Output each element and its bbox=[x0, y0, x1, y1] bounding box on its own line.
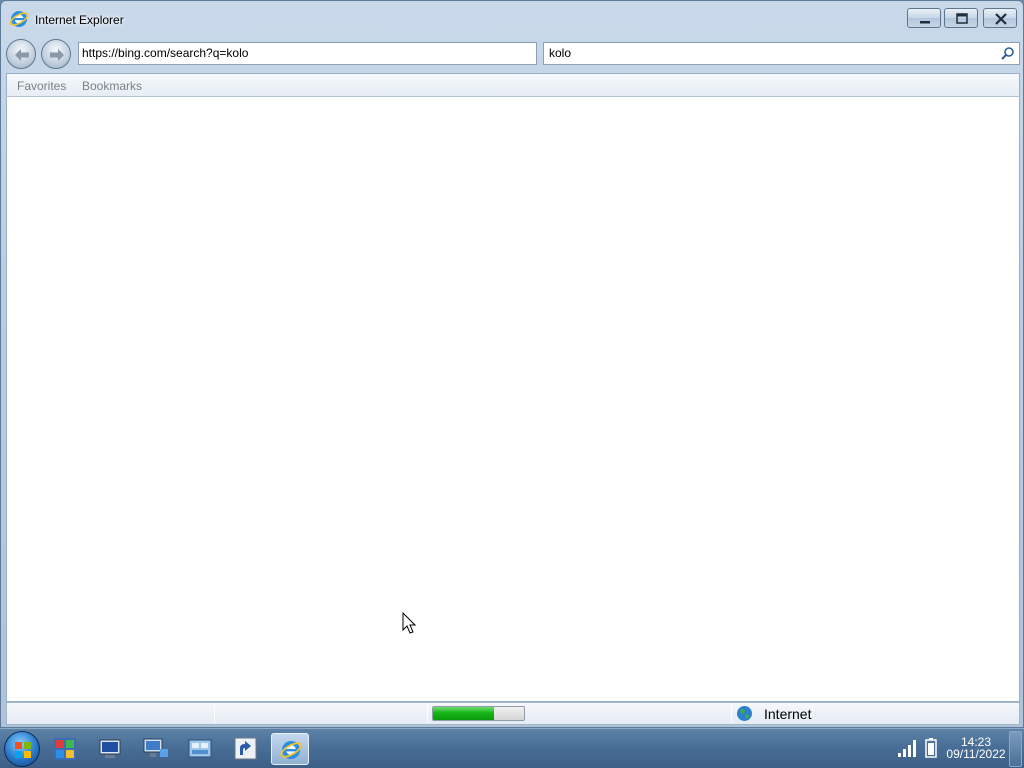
internet-explorer-icon bbox=[9, 11, 29, 27]
page-load-progress bbox=[432, 706, 525, 721]
computer-icon bbox=[99, 739, 121, 758]
close-button[interactable] bbox=[983, 8, 1017, 28]
forward-button[interactable] bbox=[41, 39, 71, 69]
favorites-bar: Favorites Bookmarks bbox=[6, 73, 1020, 97]
title-bar[interactable]: Internet Explorer bbox=[1, 1, 1023, 37]
search-icon[interactable] bbox=[1000, 46, 1015, 61]
show-desktop-button[interactable] bbox=[1009, 731, 1022, 767]
restore-icon bbox=[956, 13, 968, 24]
mouse-cursor-icon bbox=[402, 612, 417, 634]
windows-logo-icon bbox=[15, 742, 31, 758]
start-button[interactable] bbox=[4, 731, 40, 767]
page-content[interactable] bbox=[6, 97, 1020, 702]
taskbar-app-1[interactable] bbox=[46, 733, 84, 765]
control-panel-icon bbox=[188, 739, 212, 758]
taskbar-app-4[interactable] bbox=[181, 733, 219, 765]
security-zone: Internet bbox=[764, 706, 812, 722]
arrow-right-icon bbox=[50, 49, 64, 61]
system-clock[interactable]: 14:23 09/11/2022 bbox=[945, 736, 1007, 760]
colorful-app-icon bbox=[54, 738, 76, 760]
clock-date: 09/11/2022 bbox=[946, 747, 1006, 761]
status-separator bbox=[731, 705, 732, 723]
taskbar: 14:23 09/11/2022 bbox=[0, 728, 1024, 768]
taskbar-internet-explorer[interactable] bbox=[271, 733, 309, 765]
favorites-link[interactable]: Favorites bbox=[17, 79, 66, 93]
minimize-icon bbox=[920, 21, 930, 24]
back-button[interactable] bbox=[6, 39, 36, 69]
search-box[interactable]: kolo bbox=[543, 42, 1020, 65]
signal-strength-icon[interactable] bbox=[897, 739, 917, 757]
taskbar-app-2[interactable] bbox=[91, 733, 129, 765]
window-title: Internet Explorer bbox=[35, 13, 124, 27]
arrow-left-icon bbox=[15, 49, 29, 61]
globe-icon bbox=[737, 706, 752, 721]
shortcut-icon bbox=[234, 737, 257, 760]
battery-icon[interactable] bbox=[925, 738, 937, 758]
maximize-button[interactable] bbox=[944, 8, 978, 28]
status-bar: Internet bbox=[6, 702, 1020, 725]
search-query: kolo bbox=[549, 46, 572, 60]
browser-window: Internet Explorer https://bing.com/searc… bbox=[0, 0, 1024, 728]
status-separator bbox=[427, 705, 428, 723]
network-icon bbox=[143, 738, 168, 757]
progress-fill bbox=[433, 707, 494, 720]
internet-explorer-icon bbox=[280, 741, 302, 759]
close-icon bbox=[995, 13, 1007, 25]
address-bar[interactable]: https://bing.com/search?q=kolo bbox=[78, 42, 537, 65]
bookmarks-link[interactable]: Bookmarks bbox=[82, 79, 142, 93]
minimize-button[interactable] bbox=[907, 8, 941, 28]
taskbar-app-3[interactable] bbox=[136, 733, 174, 765]
status-separator bbox=[214, 705, 215, 723]
taskbar-app-5[interactable] bbox=[226, 733, 264, 765]
